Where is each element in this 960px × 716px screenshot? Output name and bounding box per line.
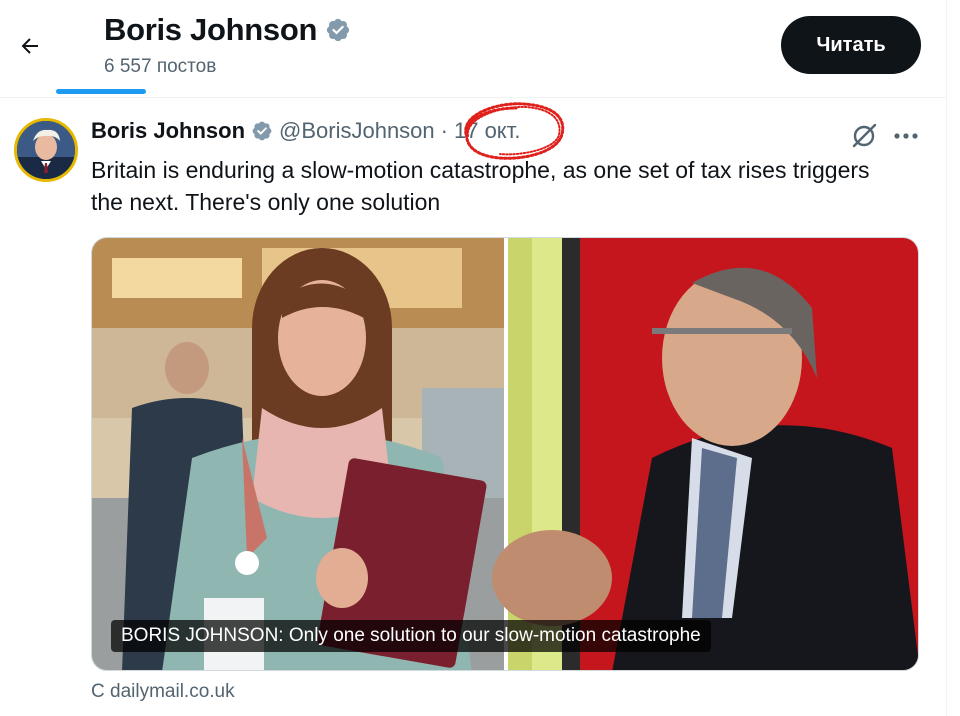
verified-badge-icon: [327, 18, 350, 42]
more-horizontal-icon[interactable]: [890, 122, 922, 150]
column-divider: [946, 0, 947, 716]
card-source-link[interactable]: С dailymail.co.uk: [91, 681, 235, 703]
tweet-author-name[interactable]: Boris Johnson: [91, 118, 245, 144]
verified-badge-icon: [252, 121, 272, 141]
read-button[interactable]: Читать: [781, 16, 921, 74]
post-count: 6 557 постов: [104, 56, 217, 77]
header-name-text: Boris Johnson: [104, 12, 318, 47]
header-title: Boris Johnson: [104, 12, 351, 48]
profile-header: Boris Johnson 6 557 постов Читать: [0, 0, 946, 98]
arrow-left-icon: [21, 38, 38, 54]
tweet-header: Boris Johnson @BorisJohnson · 17 окт.: [91, 118, 520, 144]
photo-right: [492, 238, 918, 670]
separator-dot: ·: [440, 118, 448, 143]
card-caption: BORIS JOHNSON: Only one solution to our …: [111, 620, 711, 652]
tweet-text: Britain is enduring a slow-motion catast…: [91, 157, 870, 215]
grok-icon[interactable]: [850, 122, 878, 150]
link-card-media[interactable]: [91, 237, 919, 671]
avatar[interactable]: [14, 118, 78, 182]
photo-left: [92, 238, 504, 670]
tab-indicator: [56, 89, 146, 94]
tweet-handle[interactable]: @BorisJohnson: [279, 118, 435, 144]
back-button[interactable]: [10, 26, 50, 66]
